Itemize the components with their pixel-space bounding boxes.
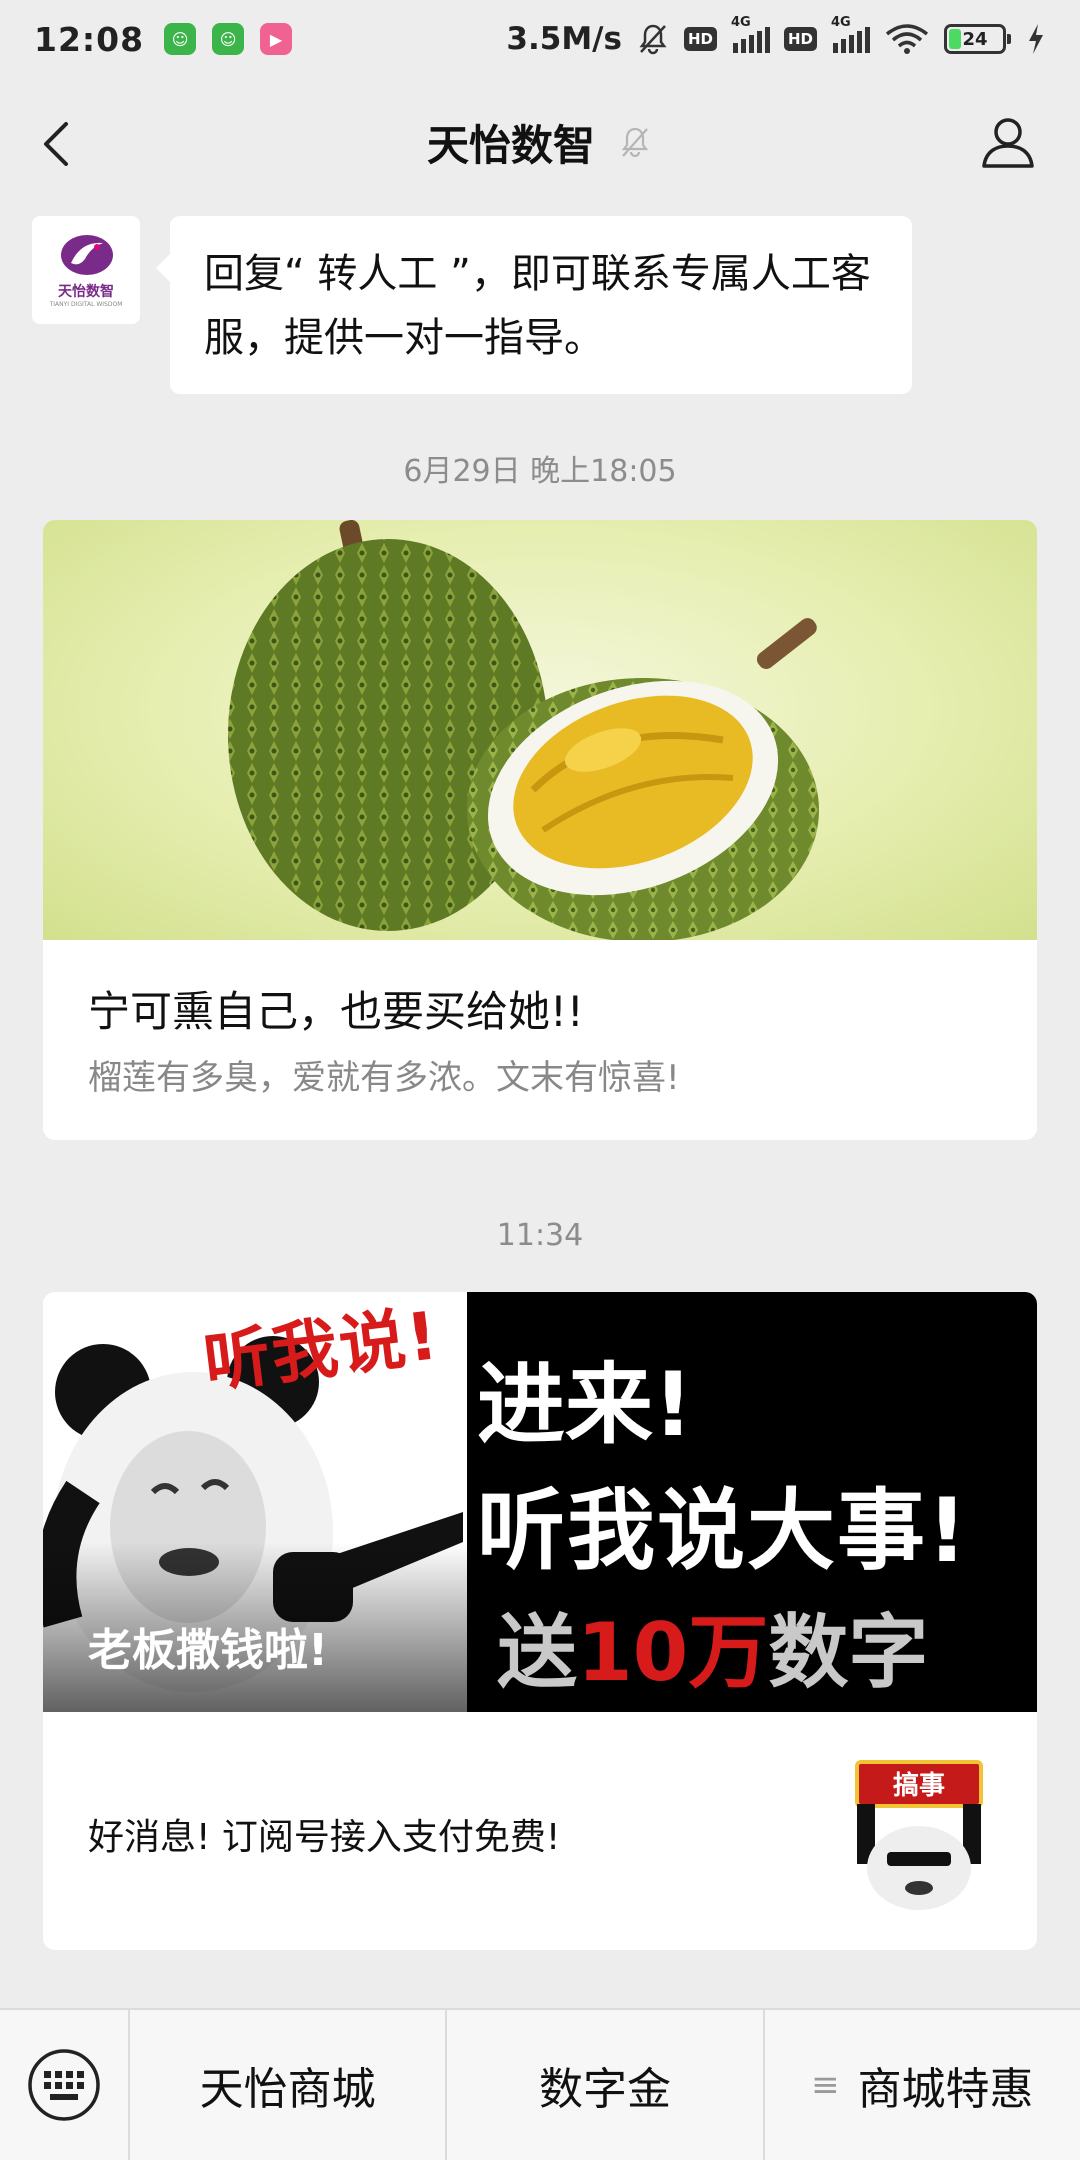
signal-icon: 4G [731, 15, 770, 53]
panda-meme: 听我说! 老板撒钱啦! [43, 1292, 467, 1712]
back-arrow-icon[interactable] [30, 114, 90, 174]
battery-icon: 24 [944, 24, 1011, 54]
durian-illustration [228, 520, 819, 940]
menu-label-mall-deals: 商城特惠 [857, 2064, 1034, 2115]
thumbnail-banner-text: 搞事 [893, 1770, 945, 1801]
menu-item-digital-gold[interactable]: 数字金 [447, 2009, 765, 2160]
nav-bar: 天怡数智 [0, 78, 1080, 206]
battery-level: 24 [962, 28, 988, 50]
greeting-bubble: 回复“ 转人工 ”，即可联系专属人工客服，提供一对一指导。 [156, 216, 912, 394]
logo-text: 天怡数智 [58, 283, 114, 300]
meme-line-3: 送10万数字金! [497, 1588, 1037, 1712]
sub-article-title: 好消息! 订阅号接入支付免费! [88, 1817, 561, 1858]
meme-line-3-highlight: 10万 [577, 1606, 769, 1699]
sub-article-thumbnail: 搞事 [843, 1760, 995, 1912]
chat-title: 天怡数智 [427, 112, 653, 173]
logo-subtext: TIANYI DIGITAL WISDOM [49, 300, 123, 308]
signal-icon-2: 4G [831, 15, 870, 53]
durian-cover-image [43, 520, 1037, 940]
hd-badge: HD [683, 27, 717, 51]
status-time: 12:08 [34, 19, 145, 59]
account-name: 天怡数智 [426, 120, 595, 170]
menu-label-mall: 天怡商城 [199, 2064, 376, 2115]
menu-item-mall-deals[interactable]: ≡ 商城特惠 [765, 2009, 1080, 2160]
menu-item-mall[interactable]: 天怡商城 [130, 2009, 448, 2160]
bilibili-notification-icon: ▶ [260, 23, 293, 55]
greeting-text: 回复“ 转人工 ”，即可联系专属人工客服，提供一对一指导。 [204, 251, 871, 361]
message-timestamp: 6月29日 晚上18:05 [403, 454, 677, 489]
hd-badge-2: HD [783, 27, 817, 51]
bottom-menu-bar: 天怡商城 数字金 ≡ 商城特惠 [0, 2008, 1080, 2160]
network-type: 4G [730, 15, 751, 30]
charging-icon [1029, 24, 1043, 54]
chat-screen: 12:08 ☺ ☺ ▶ 3.5M/s HD 4G HD 4G 24 天怡数智 天… [0, 0, 1080, 2160]
meme-line-3-a: 送 [497, 1606, 577, 1699]
network-type-2: 4G [831, 15, 851, 30]
submenu-icon: ≡ [811, 2065, 840, 2105]
mute-icon [639, 24, 667, 55]
sub-article-row[interactable]: 好消息! 订阅号接入支付免费! 搞事 [43, 1712, 1037, 1950]
meme-caption: 老板撒钱啦! [88, 1625, 329, 1676]
status-bar: 12:08 ☺ ☺ ▶ 3.5M/s HD 4G HD 4G 24 [0, 0, 1080, 78]
network-speed: 3.5M/s [506, 21, 622, 57]
meme-line-2: 听我说大事! [477, 1479, 970, 1582]
logo-icon [61, 234, 113, 275]
article-card[interactable]: 宁可熏自己，也要买给她!! 榴莲有多臭，爱就有多浓。文末有惊喜! [43, 520, 1037, 1140]
muted-bell-icon [621, 127, 649, 158]
article-description: 榴莲有多臭，爱就有多浓。文末有惊喜! [88, 1058, 680, 1098]
wechat-notification-icon-2: ☺ [212, 23, 245, 55]
menu-label-digital-gold: 数字金 [538, 2064, 671, 2115]
meme-line-1: 进来! [477, 1353, 694, 1456]
meme-cover-image: 听我说! 老板撒钱啦! 进来! 听我说大事! 送10万数字金! [43, 1292, 1037, 1712]
article-title: 宁可熏自己，也要买给她!! [88, 987, 584, 1036]
profile-icon[interactable] [978, 112, 1038, 172]
keyboard-toggle[interactable] [0, 2009, 130, 2160]
account-avatar[interactable]: 天怡数智 TIANYI DIGITAL WISDOM [32, 216, 140, 324]
message-timestamp-2: 11:34 [496, 1218, 584, 1253]
article-card-2[interactable]: 听我说! 老板撒钱啦! 进来! 听我说大事! 送10万数字金! 好消息! 订阅号… [43, 1292, 1037, 1950]
meme-text-panel: 进来! 听我说大事! 送10万数字金! [467, 1292, 1037, 1712]
wechat-notification-icon: ☺ [164, 23, 197, 55]
keyboard-icon [28, 2049, 100, 2121]
panda-sign-thumbnail: 搞事 [855, 1760, 983, 1910]
wifi-icon [885, 24, 929, 54]
